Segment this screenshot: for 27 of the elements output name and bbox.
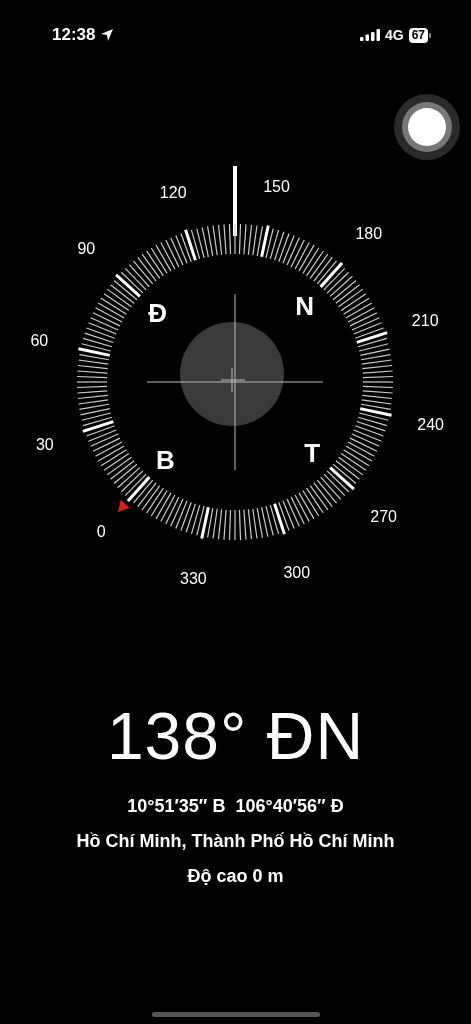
degree-label: 30 xyxy=(35,435,54,453)
clock: 12:38 xyxy=(52,25,96,45)
degree-label: 120 xyxy=(159,183,187,201)
degree-label: 60 xyxy=(30,332,49,350)
degree-label: 240 xyxy=(417,415,444,433)
cardinal-letter: N xyxy=(295,290,314,321)
degree-label: 300 xyxy=(283,564,311,582)
degree-label: 150 xyxy=(263,178,290,196)
degree-label: 330 xyxy=(180,569,207,587)
degree-label: 180 xyxy=(355,225,383,243)
heading-reading: 138° ĐN xyxy=(106,698,365,774)
network-type: 4G xyxy=(384,27,404,43)
altitude: Độ cao 0 m xyxy=(187,866,284,887)
battery-indicator: 67 xyxy=(408,27,428,43)
cardinal-letter: Đ xyxy=(148,298,168,329)
location-arrow-icon xyxy=(100,28,115,42)
cardinal-letter: T xyxy=(304,437,321,468)
signal-icon xyxy=(359,29,380,41)
coordinates: 10°51′35″ B 106°40′56″ Đ xyxy=(127,796,344,817)
degree-label: 210 xyxy=(411,312,439,330)
north-marker-icon xyxy=(117,499,130,513)
location-name: Hồ Chí Minh, Thành Phố Hồ Chí Minh xyxy=(76,831,395,852)
degree-label: 90 xyxy=(77,240,96,258)
cardinal-letter: B xyxy=(156,445,175,476)
heading-needle xyxy=(233,166,237,236)
degree-label: 270 xyxy=(370,507,397,525)
degree-label: 0 xyxy=(96,522,106,540)
